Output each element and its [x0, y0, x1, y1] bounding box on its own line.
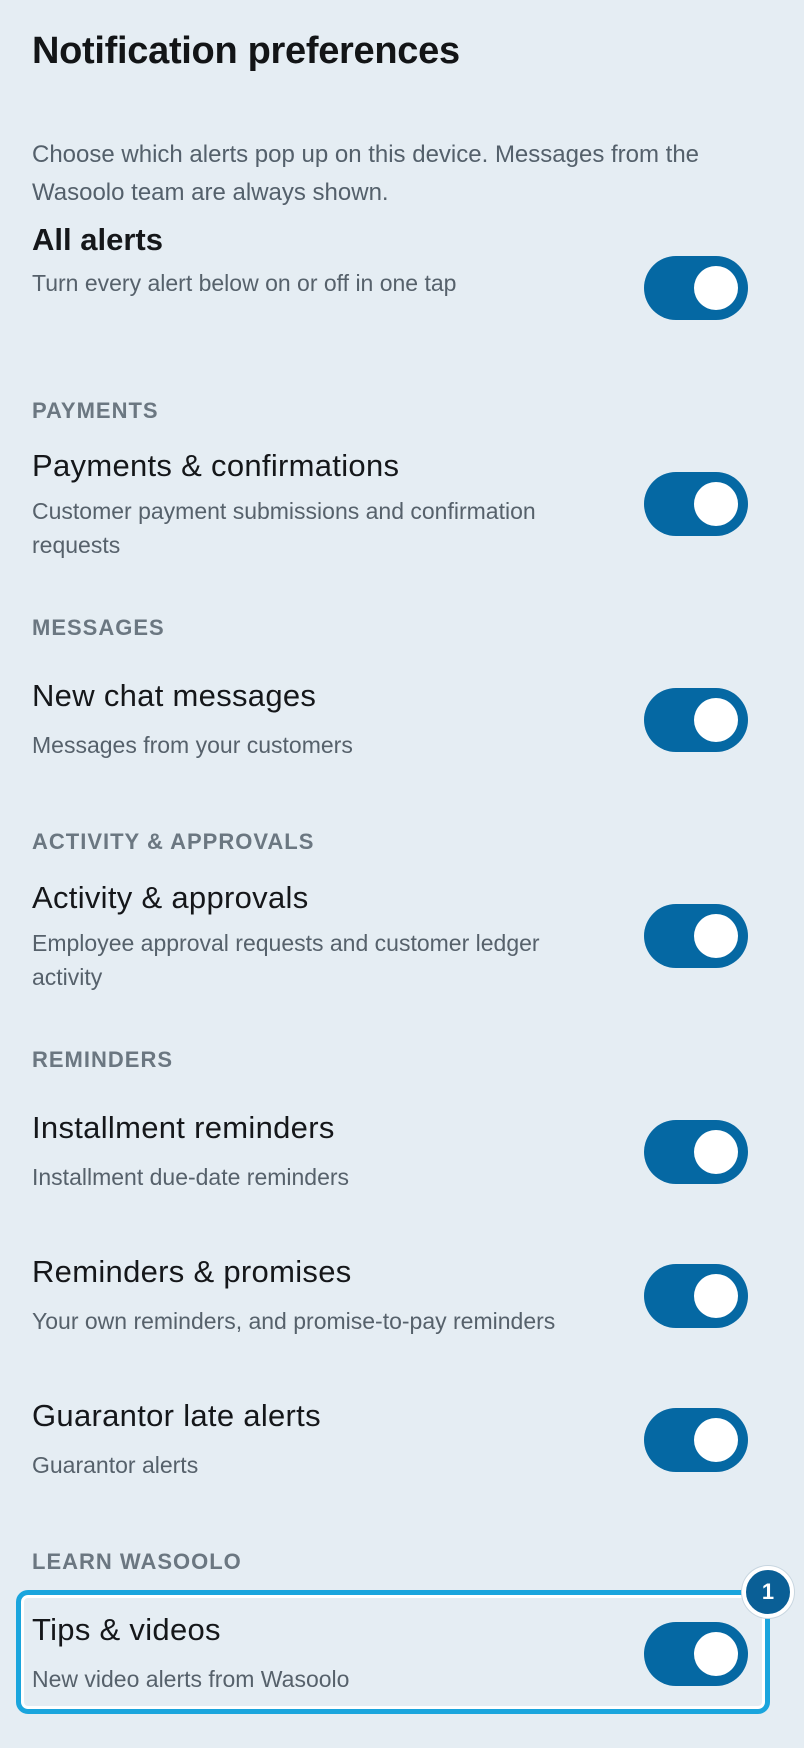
guarantor-alerts-description: Guarantor alerts [32, 1452, 199, 1478]
payments-confirmations-title: Payments & confirmations [32, 448, 400, 483]
payments-confirmations-row: Payments & confirmations Customer paymen… [32, 448, 748, 568]
installment-reminders-row: Installment reminders Installment due-da… [32, 1110, 748, 1200]
reminders-promises-title: Reminders & promises [32, 1254, 352, 1289]
activity-approvals-title: Activity & approvals [32, 880, 309, 915]
section-header-payments: PAYMENTS [32, 398, 159, 423]
page-title: Notification preferences [32, 30, 460, 72]
chat-messages-row: New chat messages Messages from your cus… [32, 678, 748, 768]
reminders-promises-description: Your own reminders, and promise-to-pay r… [32, 1308, 556, 1334]
all-alerts-title: All alerts [32, 222, 163, 257]
installment-reminders-description: Installment due-date reminders [32, 1164, 350, 1190]
chat-messages-toggle[interactable] [644, 688, 748, 752]
activity-approvals-row: Activity & approvals Employee approval r… [32, 880, 748, 1000]
section-header-activity: ACTIVITY & APPROVALS [32, 829, 315, 854]
tips-videos-title: Tips & videos [32, 1612, 221, 1647]
reminders-promises-toggle[interactable] [644, 1264, 748, 1328]
section-header-learn: LEARN WASOOLO [32, 1549, 242, 1574]
tips-videos-row: Tips & videos New video alerts from Waso… [32, 1612, 748, 1702]
reminders-promises-row: Reminders & promises Your own reminders,… [32, 1254, 748, 1344]
toggle-knob [694, 1274, 738, 1318]
chat-messages-description: Messages from your customers [32, 732, 353, 758]
tips-videos-toggle[interactable] [644, 1622, 748, 1686]
toggle-knob [694, 1632, 738, 1676]
guarantor-alerts-toggle[interactable] [644, 1408, 748, 1472]
toggle-knob [694, 914, 738, 958]
intro-text: Choose which alerts pop up on this devic… [32, 141, 700, 206]
activity-approvals-description: Employee approval requests and customer … [32, 930, 540, 990]
installment-reminders-toggle[interactable] [644, 1120, 748, 1184]
installment-reminders-title: Installment reminders [32, 1110, 335, 1145]
toggle-knob [694, 698, 738, 742]
payments-confirmations-toggle[interactable] [644, 472, 748, 536]
all-alerts-row: All alerts Turn every alert below on or … [32, 222, 748, 322]
chat-messages-title: New chat messages [32, 678, 317, 713]
payments-confirmations-description: Customer payment submissions and confirm… [32, 498, 536, 558]
guarantor-alerts-row: Guarantor late alerts Guarantor alerts [32, 1398, 748, 1488]
toggle-knob [694, 1418, 738, 1462]
toggle-knob [694, 1130, 738, 1174]
all-alerts-description: Turn every alert below on or off in one … [32, 270, 457, 296]
section-header-messages: MESSAGES [32, 615, 165, 640]
toggle-knob [694, 482, 738, 526]
activity-approvals-toggle[interactable] [644, 904, 748, 968]
toggle-knob [694, 266, 738, 310]
section-header-reminders: REMINDERS [32, 1047, 174, 1072]
tips-videos-description: New video alerts from Wasoolo [32, 1666, 350, 1692]
annotation-marker-badge: 1 [742, 1566, 794, 1618]
guarantor-alerts-title: Guarantor late alerts [32, 1398, 321, 1433]
all-alerts-toggle[interactable] [644, 256, 748, 320]
